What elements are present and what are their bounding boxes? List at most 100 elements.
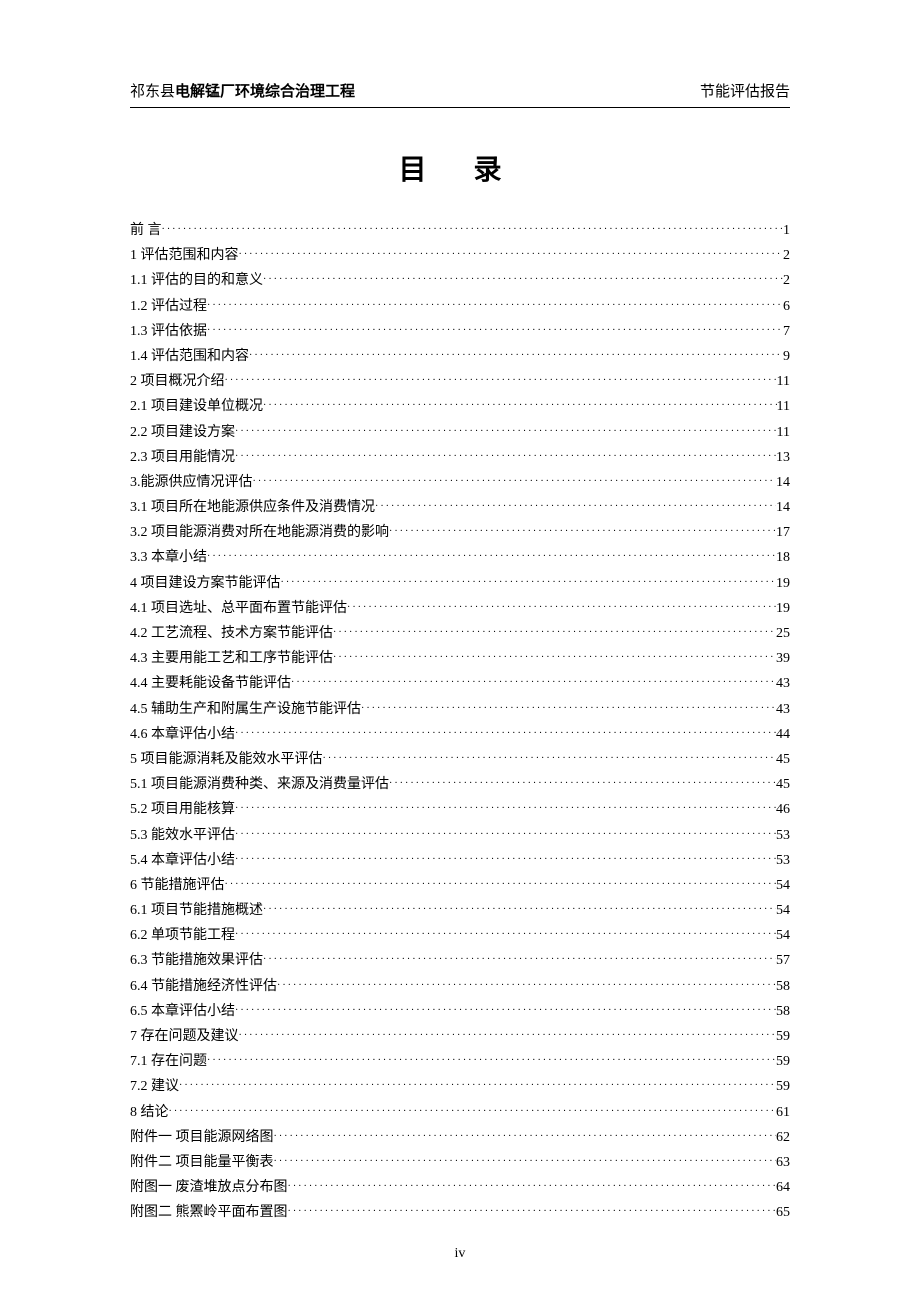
toc-entry-page: 54 — [776, 898, 790, 923]
toc-leader-dots — [207, 322, 783, 340]
toc-entry: 2.3 项目用能情况13 — [130, 445, 790, 470]
toc-entry-page: 59 — [776, 1074, 790, 1099]
toc-leader-dots — [235, 800, 776, 818]
toc-leader-dots — [179, 1077, 776, 1095]
toc-leader-dots — [263, 901, 776, 919]
toc-entry: 7.2 建议 59 — [130, 1074, 790, 1099]
toc-entry-label: 6.2 单项节能工程 — [130, 923, 235, 948]
toc-entry-label: 附件一 项目能源网络图 — [130, 1125, 274, 1150]
toc-entry: 2.1 项目建设单位概况11 — [130, 394, 790, 419]
toc-leader-dots — [288, 1203, 777, 1221]
toc-entry-page: 44 — [776, 722, 790, 747]
toc-leader-dots — [235, 725, 776, 743]
toc-entry-label: 1 评估范围和内容 — [130, 243, 239, 268]
toc-entry-label: 1.1 评估的目的和意义 — [130, 268, 263, 293]
toc-entry: 1 评估范围和内容 2 — [130, 243, 790, 268]
toc-entry-page: 2 — [783, 268, 790, 293]
toc-entry-label: 2.1 项目建设单位概况 — [130, 394, 263, 419]
toc-entry: 1.3 评估依据7 — [130, 319, 790, 344]
toc-entry-page: 43 — [776, 697, 790, 722]
toc-entry-page: 65 — [776, 1200, 790, 1225]
toc-entry: 3.1 项目所在地能源供应条件及消费情况14 — [130, 495, 790, 520]
toc-leader-dots — [235, 851, 776, 869]
toc-entry-page: 43 — [776, 671, 790, 696]
toc-entry-label: 4.4 主要耗能设备节能评估 — [130, 671, 291, 696]
toc-leader-dots — [239, 246, 784, 264]
toc-entry-label: 3.2 项目能源消费对所在地能源消费的影响 — [130, 520, 389, 545]
toc-entry: 5.4 本章评估小结 53 — [130, 848, 790, 873]
header-title-bold: 电解锰厂环境综合治理工程 — [175, 84, 355, 100]
toc-entry-page: 53 — [776, 848, 790, 873]
toc-entry-page: 57 — [776, 948, 790, 973]
toc-entry-label: 4.1 项目选址、总平面布置节能评估 — [130, 596, 347, 621]
toc-entry-label: 7.2 建议 — [130, 1074, 179, 1099]
toc-leader-dots — [169, 1103, 777, 1121]
toc-entry-page: 62 — [776, 1125, 790, 1150]
toc-leader-dots — [235, 1002, 776, 1020]
toc-entry: 7 存在问题及建议59 — [130, 1024, 790, 1049]
toc-entry-page: 46 — [776, 797, 790, 822]
toc-entry: 6.2 单项节能工程54 — [130, 923, 790, 948]
toc-entry: 附件一 项目能源网络图 62 — [130, 1125, 790, 1150]
toc-entry-label: 6 节能措施评估 — [130, 873, 225, 898]
toc-entry: 2 项目概况介绍11 — [130, 369, 790, 394]
toc-entry-page: 19 — [776, 596, 790, 621]
toc-entry-label: 1.4 评估范围和内容 — [130, 344, 249, 369]
toc-entry: 4.6 本章评估小结44 — [130, 722, 790, 747]
toc-entry-label: 8 结论 — [130, 1100, 169, 1125]
toc-entry-label: 4.3 主要用能工艺和工序节能评估 — [130, 646, 333, 671]
toc-entry-label: 5.1 项目能源消费种类、来源及消费量评估 — [130, 772, 389, 797]
toc-leader-dots — [235, 826, 776, 844]
toc-entry-page: 39 — [776, 646, 790, 671]
toc-entry-page: 59 — [776, 1049, 790, 1074]
toc-entry-label: 4.5 辅助生产和附属生产设施节能评估 — [130, 697, 361, 722]
toc-entry: 4.3 主要用能工艺和工序节能评估 39 — [130, 646, 790, 671]
toc-entry-page: 2 — [783, 243, 790, 268]
toc-leader-dots — [274, 1153, 777, 1171]
toc-entry-label: 5 项目能源消耗及能效水平评估 — [130, 747, 323, 772]
toc-entry-page: 6 — [783, 294, 790, 319]
toc-entry-label: 2 项目概况介绍 — [130, 369, 225, 394]
toc-entry-label: 4.2 工艺流程、技术方案节能评估 — [130, 621, 333, 646]
toc-list: 前 言11 评估范围和内容21.1 评估的目的和意义21.2 评估过程61.3 … — [130, 218, 790, 1226]
toc-entry-page: 58 — [776, 974, 790, 999]
toc-entry: 4.4 主要耗能设备节能评估 43 — [130, 671, 790, 696]
document-page: 祁东县电解锰厂环境综合治理工程 节能评估报告 目 录 前 言11 评估范围和内容… — [0, 0, 920, 1302]
toc-entry: 4 项目建设方案节能评估19 — [130, 571, 790, 596]
toc-leader-dots — [389, 775, 776, 793]
page-number: iv — [0, 1246, 920, 1262]
toc-entry: 6.3 节能措施效果评估 57 — [130, 948, 790, 973]
toc-leader-dots — [253, 473, 777, 491]
toc-entry-page: 1 — [783, 218, 790, 243]
toc-entry: 2.2 项目建设方案11 — [130, 420, 790, 445]
toc-entry: 前 言 1 — [130, 218, 790, 243]
toc-entry: 4.2 工艺流程、技术方案节能评估25 — [130, 621, 790, 646]
toc-leader-dots — [207, 1052, 776, 1070]
toc-entry: 6 节能措施评估54 — [130, 873, 790, 898]
toc-entry-page: 9 — [783, 344, 790, 369]
toc-entry-label: 6.4 节能措施经济性评估 — [130, 974, 277, 999]
toc-leader-dots — [235, 926, 776, 944]
toc-entry-page: 14 — [776, 495, 790, 520]
toc-entry: 4.5 辅助生产和附属生产设施节能评估 43 — [130, 697, 790, 722]
toc-entry-label: 3.3 本章小结 — [130, 545, 207, 570]
toc-entry: 附图一 废渣堆放点分布图64 — [130, 1175, 790, 1200]
toc-entry-label: 附图二 熊罴岭平面布置图 — [130, 1200, 288, 1225]
toc-leader-dots — [162, 221, 784, 239]
toc-entry-label: 3.能源供应情况评估 — [130, 470, 253, 495]
toc-leader-dots — [274, 1128, 777, 1146]
toc-leader-dots — [207, 297, 783, 315]
toc-entry-label: 前 言 — [130, 218, 162, 243]
toc-leader-dots — [323, 750, 777, 768]
toc-leader-dots — [277, 977, 776, 995]
toc-entry-label: 5.3 能效水平评估 — [130, 823, 235, 848]
toc-entry: 7.1 存在问题59 — [130, 1049, 790, 1074]
toc-entry-label: 6.3 节能措施效果评估 — [130, 948, 263, 973]
toc-entry-page: 53 — [776, 823, 790, 848]
toc-entry-label: 5.4 本章评估小结 — [130, 848, 235, 873]
toc-entry-page: 18 — [776, 545, 790, 570]
toc-leader-dots — [207, 548, 776, 566]
toc-entry: 3.2 项目能源消费对所在地能源消费的影响17 — [130, 520, 790, 545]
toc-entry: 3.3 本章小结 18 — [130, 545, 790, 570]
toc-entry-page: 61 — [776, 1100, 790, 1125]
